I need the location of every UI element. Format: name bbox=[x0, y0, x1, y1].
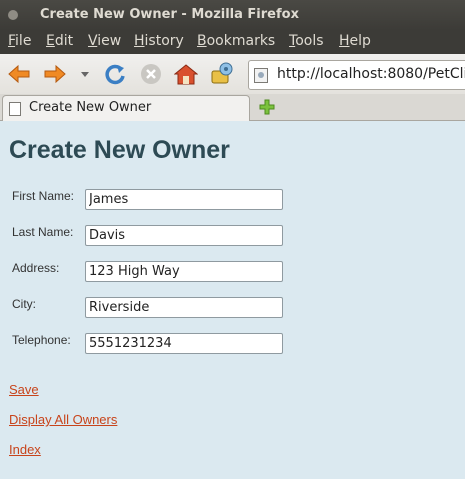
city-field[interactable] bbox=[85, 297, 283, 318]
stop-icon[interactable] bbox=[138, 62, 164, 86]
address-label: Address: bbox=[12, 261, 60, 275]
telephone-label: Telephone: bbox=[12, 333, 71, 347]
save-link[interactable]: Save bbox=[9, 382, 39, 397]
greasemonkey-icon[interactable] bbox=[207, 62, 237, 86]
menu-view[interactable]: View bbox=[88, 33, 121, 49]
tab-label: Create New Owner bbox=[29, 100, 152, 115]
menu-edit[interactable]: Edit bbox=[46, 33, 73, 49]
address-bar[interactable]: http://localhost:8080/PetClinic/ bbox=[248, 60, 465, 90]
menu-history[interactable]: History bbox=[134, 33, 184, 49]
new-tab-plus-icon[interactable] bbox=[258, 98, 276, 116]
reload-icon[interactable] bbox=[102, 62, 128, 86]
telephone-field[interactable] bbox=[85, 333, 283, 354]
menu-file[interactable]: File bbox=[8, 33, 31, 49]
forward-arrow-icon[interactable] bbox=[42, 62, 68, 86]
first-name-field[interactable] bbox=[85, 189, 283, 210]
last-name-label: Last Name: bbox=[12, 225, 74, 239]
menu-bar: File Edit View History Bookmarks Tools H… bbox=[0, 30, 465, 54]
back-arrow-icon[interactable] bbox=[6, 62, 32, 86]
menu-help[interactable]: Help bbox=[339, 33, 371, 49]
home-icon[interactable] bbox=[173, 62, 199, 86]
window-title: Create New Owner - Mozilla Firefox bbox=[40, 7, 299, 22]
first-name-label: First Name: bbox=[12, 189, 75, 203]
menu-bookmarks[interactable]: Bookmarks bbox=[197, 33, 275, 49]
window-close-dot-icon[interactable] bbox=[8, 10, 18, 20]
menu-tools[interactable]: Tools bbox=[289, 33, 324, 49]
address-field[interactable] bbox=[85, 261, 283, 282]
page-title: Create New Owner bbox=[9, 136, 230, 164]
index-link[interactable]: Index bbox=[9, 442, 41, 457]
display-all-owners-link[interactable]: Display All Owners bbox=[9, 412, 117, 427]
page-favicon-icon bbox=[254, 68, 268, 83]
city-label: City: bbox=[12, 297, 36, 311]
page-content: Create New Owner First Name: Last Name: … bbox=[0, 121, 465, 479]
address-bar-url[interactable]: http://localhost:8080/PetClinic/ bbox=[277, 66, 465, 82]
window-titlebar: Create New Owner - Mozilla Firefox bbox=[0, 0, 465, 30]
navigation-toolbar: http://localhost:8080/PetClinic/ bbox=[0, 54, 465, 95]
tab-create-new-owner[interactable]: Create New Owner bbox=[2, 95, 250, 121]
tab-page-icon bbox=[9, 102, 21, 116]
tab-strip: Create New Owner bbox=[0, 94, 465, 121]
history-dropdown-icon[interactable] bbox=[78, 62, 92, 86]
last-name-field[interactable] bbox=[85, 225, 283, 246]
